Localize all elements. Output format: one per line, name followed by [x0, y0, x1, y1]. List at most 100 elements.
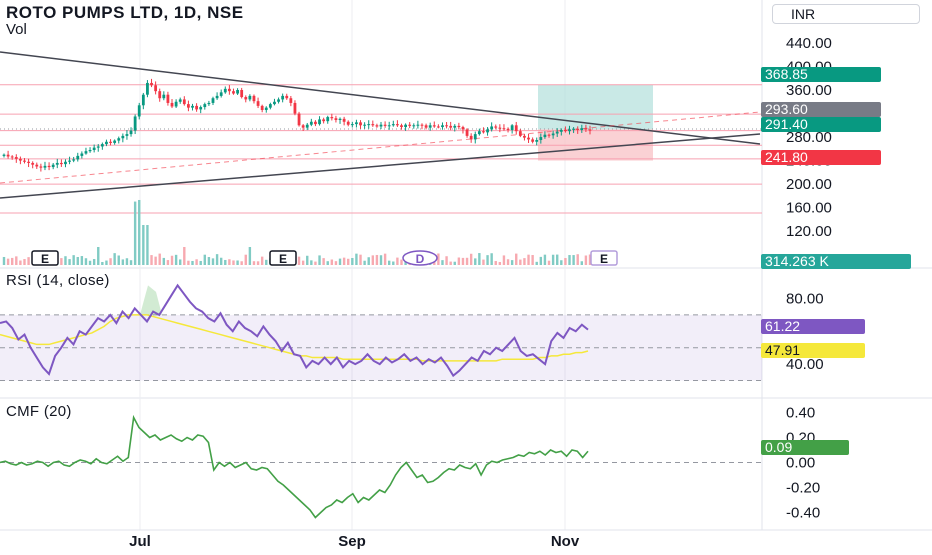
volume-bar	[174, 254, 178, 265]
candle-body	[23, 160, 26, 162]
volume-bar	[252, 261, 256, 265]
candle-body	[379, 124, 383, 127]
volume-bar	[15, 256, 18, 265]
candle-body	[223, 88, 227, 93]
candle-body	[535, 140, 539, 142]
volume-bar	[101, 261, 104, 265]
gray-price-tag: 293.60	[761, 102, 881, 117]
symbol-title[interactable]: ROTO PUMPS LTD, 1D, NSE	[6, 3, 244, 23]
volume-bar	[84, 258, 88, 265]
candle-body	[232, 91, 235, 94]
candle-body	[428, 125, 432, 128]
event-marker-label: E	[41, 252, 49, 266]
candle-body	[244, 97, 248, 100]
volume-bar	[203, 254, 206, 265]
candle-body	[35, 164, 39, 167]
volume-bar	[371, 255, 375, 265]
volume-tag: 314.263 K	[761, 254, 911, 269]
candle-body	[14, 157, 18, 159]
volume-bar	[6, 258, 10, 265]
volume-bar	[584, 255, 588, 265]
candle-body	[350, 124, 354, 126]
candle-body	[371, 124, 375, 126]
chart-canvas[interactable]: EEDE440.00400.00360.00320.00280.00240.00…	[0, 0, 932, 550]
candle-body	[6, 154, 10, 157]
volume-bar	[498, 261, 502, 265]
volume-bar	[539, 256, 543, 265]
candle-body	[387, 125, 391, 127]
volume-bar	[244, 254, 247, 265]
time-axis-tick-label: Sep	[338, 533, 366, 550]
candle-body	[322, 119, 326, 122]
volume-bar	[265, 259, 268, 265]
target-zone	[538, 84, 653, 130]
volume-bar	[342, 257, 346, 265]
volume-bar	[486, 255, 489, 265]
candle-body	[424, 125, 428, 128]
volume-bar	[478, 253, 481, 265]
cmf-line	[0, 414, 589, 519]
volume-bar	[543, 254, 547, 265]
volume-bar	[502, 255, 506, 265]
volume-bar	[248, 247, 252, 265]
candle-body	[346, 121, 350, 125]
candle-body	[547, 134, 551, 136]
volume-bar	[531, 255, 534, 265]
volume-bar	[367, 257, 370, 265]
candle-body	[51, 164, 55, 168]
rsi-axis-tick-label: 40.00	[786, 356, 824, 373]
volume-bar	[23, 259, 26, 265]
volume-bar	[195, 259, 198, 265]
candle-body	[170, 102, 174, 107]
volume-bar	[388, 260, 391, 265]
candle-body	[166, 94, 170, 103]
currency-button[interactable]: INR	[772, 4, 920, 24]
candle-body	[76, 155, 80, 160]
volume-bar	[60, 258, 63, 265]
candle-body	[121, 135, 125, 139]
rsi-title[interactable]: RSI (14, close)	[6, 272, 110, 289]
volume-bar	[154, 256, 157, 265]
stop-price-tag: 241.80	[761, 150, 881, 165]
candle-body	[252, 95, 256, 102]
candle-body	[441, 125, 444, 128]
candle-body	[539, 137, 543, 140]
volume-bar	[113, 253, 116, 265]
volume-bar	[301, 260, 305, 265]
candle-body	[551, 133, 555, 136]
candle-body	[260, 105, 264, 110]
cmf-value-tag: 0.09	[761, 440, 849, 455]
candle-body	[543, 134, 547, 138]
candle-body	[88, 150, 92, 152]
candle-body	[289, 98, 293, 103]
candle-body	[564, 130, 567, 132]
volume-bar	[535, 261, 538, 265]
volume-bar	[334, 261, 338, 265]
time-axis-tick-label: Jul	[129, 533, 151, 550]
candle-body	[72, 159, 76, 161]
candle-body	[256, 101, 260, 106]
price-axis-tick-label: 200.00	[786, 176, 832, 193]
volume-bar	[297, 256, 301, 265]
candle-body	[469, 135, 473, 140]
volume-bar	[564, 258, 567, 265]
volume-bar	[121, 259, 125, 265]
candle-body	[494, 126, 498, 128]
candle-body	[154, 85, 158, 92]
cmf-title[interactable]: CMF (20)	[6, 403, 72, 420]
candle-body	[236, 90, 239, 94]
volume-bar	[383, 253, 387, 265]
price-axis-tick-label: 360.00	[786, 82, 832, 99]
candle-body	[588, 129, 592, 131]
candle-body	[527, 137, 530, 140]
candle-body	[47, 165, 51, 168]
volume-bar	[76, 256, 79, 265]
candle-body	[490, 126, 494, 130]
volume-bar	[556, 254, 559, 265]
rsi-overbought-fill	[140, 285, 162, 315]
candle-body	[580, 128, 584, 130]
candle-body	[473, 134, 477, 140]
candle-body	[334, 118, 338, 120]
volume-bar	[392, 261, 395, 265]
volume-bar	[318, 255, 321, 265]
